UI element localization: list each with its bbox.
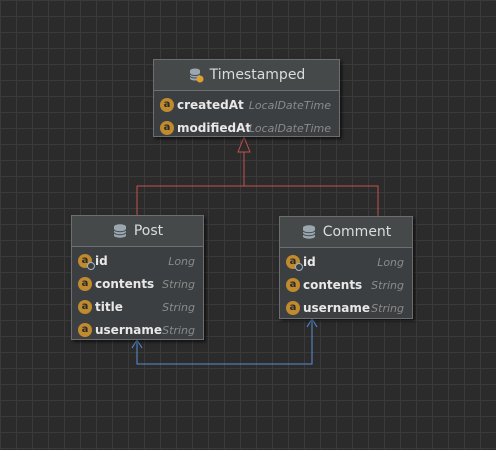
field-type: String <box>162 324 195 337</box>
field-name: contents <box>303 278 363 292</box>
field-contents[interactable]: a contents String <box>280 274 412 297</box>
field-name: modifiedAt <box>177 121 252 135</box>
key-icon <box>87 262 95 270</box>
field-id[interactable]: a id Long <box>72 250 203 273</box>
field-type: Long <box>377 256 404 269</box>
field-name: createdAt <box>177 98 244 112</box>
entity-header: Post <box>72 216 203 247</box>
field-badge-icon: a <box>78 277 92 291</box>
field-title[interactable]: a title String <box>72 296 203 319</box>
field-type: String <box>371 279 404 292</box>
field-name: id <box>303 255 316 269</box>
entity-header: Timestamped <box>154 60 339 91</box>
field-badge-icon: a <box>78 323 92 337</box>
entity-icon <box>301 224 317 240</box>
field-type: String <box>162 278 195 291</box>
entity-post[interactable]: Post a id Long a contents String a title… <box>71 215 204 340</box>
field-username[interactable]: a username String <box>280 297 412 320</box>
field-name: username <box>95 323 163 337</box>
entity-comment[interactable]: Comment a id Long a contents String a us… <box>279 216 413 319</box>
field-name: title <box>95 300 123 314</box>
field-contents[interactable]: a contents String <box>72 273 203 296</box>
field-username[interactable]: a username String <box>72 319 203 342</box>
field-badge-icon: a <box>160 121 174 135</box>
field-createdat[interactable]: a createdAt LocalDateTime <box>154 94 339 117</box>
key-icon <box>295 263 303 271</box>
field-type: Long <box>168 255 195 268</box>
entity-icon <box>112 223 128 239</box>
field-type: LocalDateTime <box>248 122 331 135</box>
entity-title: Comment <box>322 224 392 240</box>
field-type: LocalDateTime <box>248 99 331 112</box>
inheritance-edge-comment <box>244 185 379 216</box>
entity-title: Post <box>133 223 164 239</box>
field-badge-icon: a <box>286 301 300 315</box>
field-list: a id Long a contents String a username S… <box>280 248 412 324</box>
field-badge-icon: a <box>286 278 300 292</box>
field-id[interactable]: a id Long <box>280 251 412 274</box>
field-name: id <box>95 254 108 268</box>
abstract-class-icon <box>188 67 204 83</box>
inheritance-edge-post <box>136 152 245 215</box>
field-list: a createdAt LocalDateTime a modifiedAt L… <box>154 91 339 144</box>
field-badge-icon: a <box>78 300 92 314</box>
field-name: username <box>303 301 371 315</box>
field-type: String <box>162 301 195 314</box>
entity-header: Comment <box>280 217 412 248</box>
field-type: String <box>371 302 404 315</box>
entity-title: Timestamped <box>209 67 306 83</box>
field-name: contents <box>95 277 155 291</box>
diagram-canvas: Timestamped a createdAt LocalDateTime a … <box>0 0 496 450</box>
field-modifiedat[interactable]: a modifiedAt LocalDateTime <box>154 117 339 140</box>
field-badge-icon: a <box>160 98 174 112</box>
entity-timestamped[interactable]: Timestamped a createdAt LocalDateTime a … <box>153 59 340 137</box>
field-list: a id Long a contents String a title Stri… <box>72 247 203 346</box>
